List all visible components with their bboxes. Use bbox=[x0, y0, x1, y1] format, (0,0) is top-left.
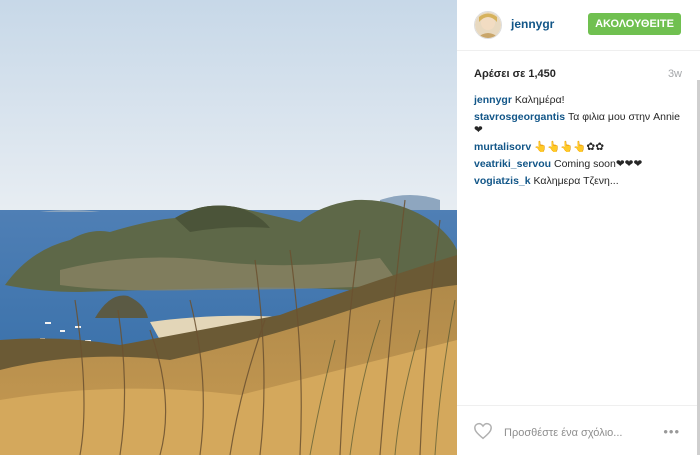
avatar-image bbox=[475, 12, 501, 38]
post-age[interactable]: 3w bbox=[668, 68, 682, 80]
follow-button[interactable]: ΑΚΟΛΟΥΘΕΙΤΕ bbox=[588, 13, 681, 35]
post-footer: Προσθέστε ένα σχόλιο... ••• bbox=[457, 405, 700, 456]
landscape-image bbox=[0, 0, 457, 455]
post-sidebar: jennygr ΑΚΟΛΟΥΘΕΙΤΕ Αρέσει σε 1,450 3w j… bbox=[457, 0, 700, 455]
comment-item: stavrosgeorgantis Τα φιλια μου στην Anni… bbox=[474, 111, 684, 137]
comment-item: jennygr Καλημέρα! bbox=[474, 94, 684, 107]
instagram-post: jennygr ΑΚΟΛΟΥΘΕΙΤΕ Αρέσει σε 1,450 3w j… bbox=[0, 0, 700, 455]
add-comment-input[interactable]: Προσθέστε ένα σχόλιο... bbox=[504, 427, 622, 439]
likes-count[interactable]: Αρέσει σε 1,450 bbox=[474, 68, 556, 80]
post-author-username[interactable]: jennygr bbox=[511, 17, 554, 31]
post-photo[interactable] bbox=[0, 0, 457, 455]
comment-item: vogiatzis_k Καλημερα Τζενη... bbox=[474, 175, 684, 188]
post-header: jennygr ΑΚΟΛΟΥΘΕΙΤΕ bbox=[457, 0, 700, 51]
comment-text: 👆👆👆👆✿✿ bbox=[534, 141, 604, 153]
comment-username[interactable]: jennygr bbox=[474, 94, 512, 106]
heart-icon[interactable] bbox=[473, 422, 493, 440]
comment-text: Καλημέρα! bbox=[514, 94, 565, 106]
comment-username[interactable]: vogiatzis_k bbox=[474, 175, 531, 187]
comment-item: murtalisorv 👆👆👆👆✿✿ bbox=[474, 141, 684, 154]
more-icon[interactable]: ••• bbox=[663, 424, 680, 439]
comments-list: jennygr Καλημέρα! stavrosgeorgantis Τα φ… bbox=[474, 94, 684, 192]
comment-username[interactable]: stavrosgeorgantis bbox=[474, 111, 565, 123]
comment-text: Coming soon❤❤❤ bbox=[553, 158, 643, 170]
comment-username[interactable]: murtalisorv bbox=[474, 141, 531, 153]
comment-text: Καλημερα Τζενη... bbox=[533, 175, 619, 187]
comment-item: veatriki_servou Coming soon❤❤❤ bbox=[474, 158, 684, 171]
comment-username[interactable]: veatriki_servou bbox=[474, 158, 551, 170]
avatar[interactable] bbox=[474, 11, 502, 39]
